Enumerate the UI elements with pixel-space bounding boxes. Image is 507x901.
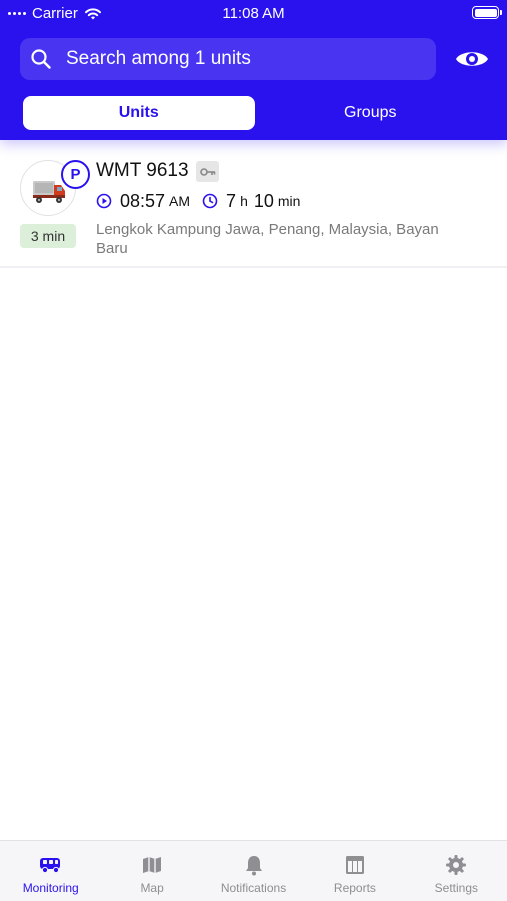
bottom-tab-bar: Monitoring Map Notifications Reports Set…: [0, 840, 507, 901]
tabbar-item-notifications[interactable]: Notifications: [203, 841, 304, 901]
unit-address: Lengkok Kampung Jawa, Penang, Malaysia, …: [96, 221, 439, 257]
tabbar-item-settings[interactable]: Settings: [406, 841, 507, 901]
duration-hours-unit: h: [240, 193, 248, 209]
status-time: 11:08 AM: [222, 5, 285, 22]
duration-minutes-unit: min: [277, 193, 301, 209]
tabbar-label-map: Map: [140, 881, 164, 895]
search-icon: [30, 48, 52, 70]
header: Carrier 11:08 AM Units Groups: [0, 0, 507, 140]
search-bar[interactable]: [20, 38, 436, 80]
unit-meta-row: 08:57 AM 7 h 10 min: [96, 190, 300, 212]
last-time-suffix: AM: [169, 193, 191, 209]
tabbar-label-settings: Settings: [434, 881, 478, 895]
duration-minutes-value: 10: [253, 190, 274, 211]
tab-groups[interactable]: Groups: [255, 96, 487, 130]
tab-units[interactable]: Units: [23, 96, 255, 130]
tabbar-label-notifications: Notifications: [220, 881, 287, 895]
search-input[interactable]: [66, 48, 436, 70]
play-circle-icon: [96, 193, 112, 209]
duration-badge: 3 min: [20, 224, 76, 248]
bell-icon: [242, 853, 266, 877]
tabbar-item-monitoring[interactable]: Monitoring: [0, 841, 101, 901]
map-icon: [140, 853, 164, 877]
parking-status-badge: P: [61, 160, 90, 189]
duration-hours-value: 7: [226, 190, 237, 211]
eye-icon: [456, 52, 488, 66]
segment-control: Units Groups: [20, 94, 486, 132]
tabbar-item-map[interactable]: Map: [101, 841, 202, 901]
gear-icon: [444, 853, 468, 877]
tabbar-item-reports[interactable]: Reports: [304, 841, 405, 901]
visibility-toggle-button[interactable]: [452, 45, 492, 73]
status-bar: Carrier 11:08 AM: [0, 0, 507, 28]
battery-icon: [472, 6, 502, 19]
unit-name: WMT 9613: [96, 160, 189, 181]
tabbar-label-reports: Reports: [333, 881, 376, 895]
tabbar-label-monitoring: Monitoring: [22, 881, 79, 895]
table-icon: [343, 853, 367, 877]
clock-icon: [202, 193, 218, 209]
key-icon: [196, 161, 219, 182]
unit-list-item[interactable]: P 3 min WMT 9613 08:57 AM 7 h 10 min Len…: [0, 152, 507, 268]
truck-icon: [39, 853, 63, 877]
last-time-value: 08:57: [120, 190, 166, 211]
